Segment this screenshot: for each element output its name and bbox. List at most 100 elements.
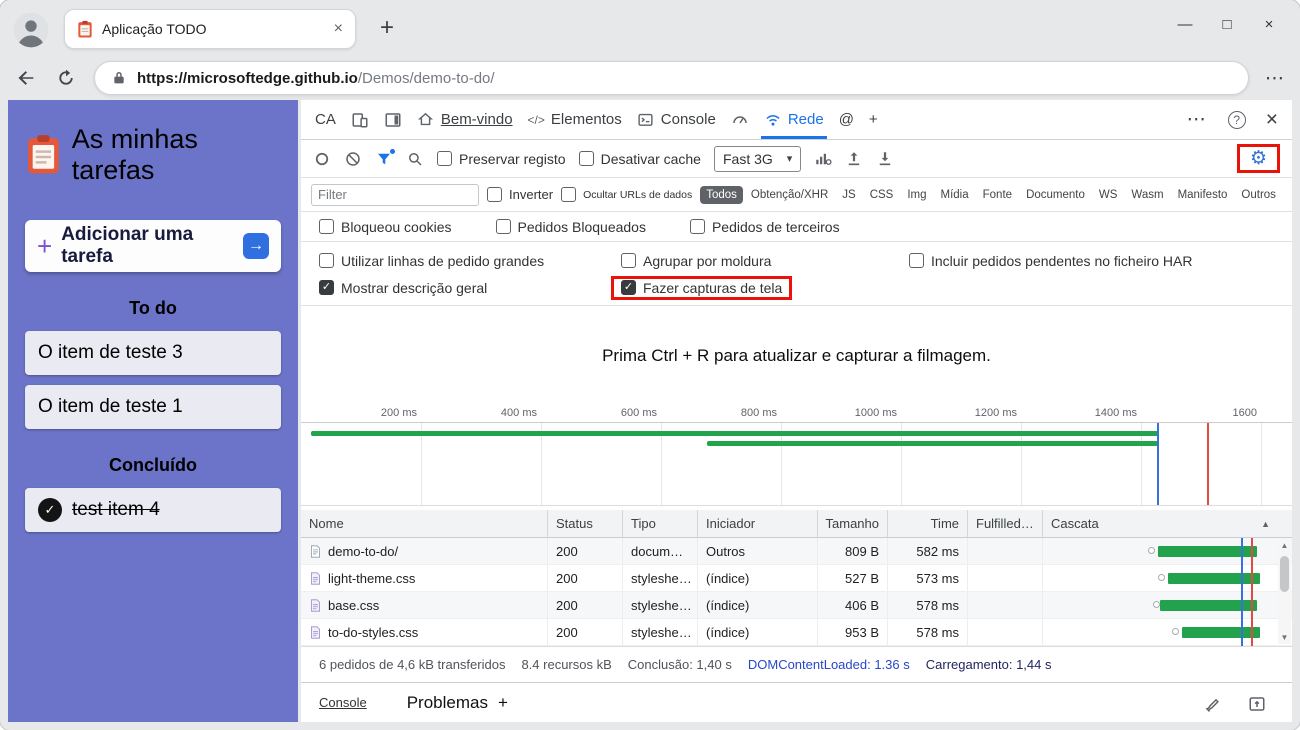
filter-pill-ws[interactable]: WS: [1093, 186, 1124, 204]
filter-icon[interactable]: [375, 147, 396, 168]
new-tab-button[interactable]: +: [372, 14, 402, 42]
checkbox-icon: [909, 253, 924, 268]
har-pending-checkbox[interactable]: Incluir pedidos pendentes no ficheiro HA…: [909, 253, 1274, 269]
table-row[interactable]: base.css 200 styleshe… (índice) 406 B 57…: [301, 592, 1292, 619]
group-by-frame-checkbox[interactable]: Agrupar por moldura: [621, 253, 909, 269]
settings-gear-icon[interactable]: ⚙: [1250, 149, 1267, 168]
preserve-log-checkbox[interactable]: Preservar registo: [437, 151, 566, 167]
network-conditions-icon[interactable]: [814, 150, 832, 168]
table-row[interactable]: to-do-styles.css 200 styleshe… (índice) …: [301, 619, 1292, 646]
blocked-cookies-checkbox[interactable]: Bloqueou cookies: [319, 219, 452, 235]
add-task-button[interactable]: + Adicionar uma tarefa →: [25, 220, 281, 272]
filter-pill-xhr[interactable]: Obtenção/XHR: [745, 186, 834, 204]
check-circle-icon[interactable]: ✓: [38, 498, 62, 522]
url-bar[interactable]: https://microsoftedge.github.io/Demos/de…: [94, 61, 1249, 95]
back-button[interactable]: [14, 66, 38, 90]
drawer-tab-console[interactable]: Console: [319, 695, 367, 710]
column-header-initiator[interactable]: Iniciador: [698, 510, 818, 537]
column-header-name[interactable]: Nome: [301, 510, 548, 537]
tab-extra[interactable]: @: [839, 111, 854, 128]
request-fulfilled: [968, 538, 1043, 564]
request-fulfilled: [968, 592, 1043, 618]
column-header-status[interactable]: Status: [548, 510, 623, 537]
scrollbar-down-icon[interactable]: ▼: [1281, 633, 1289, 642]
record-icon[interactable]: [313, 150, 331, 168]
column-header-fulfilled[interactable]: Fulfilled…: [968, 510, 1043, 537]
show-overview-checkbox[interactable]: Mostrar descrição geral: [319, 280, 621, 296]
customize-brush-icon[interactable]: [1204, 694, 1222, 712]
welcome-icon: [417, 111, 435, 129]
refresh-button[interactable]: [54, 66, 78, 90]
filter-input[interactable]: [311, 183, 479, 206]
blocked-requests-checkbox[interactable]: Pedidos Bloqueados: [495, 219, 646, 235]
request-fulfilled: [968, 565, 1043, 591]
devtools-more-icon[interactable]: ⋯: [1187, 108, 1208, 131]
capture-screenshots-checkbox[interactable]: Fazer capturas de tela: [621, 280, 782, 296]
column-header-size[interactable]: Tamanho: [818, 510, 888, 537]
clear-icon[interactable]: [344, 150, 362, 168]
checkbox-icon: [495, 219, 511, 234]
column-header-type[interactable]: Tipo: [623, 510, 698, 537]
filter-pill-img[interactable]: Img: [901, 186, 932, 204]
profile-avatar[interactable]: [12, 11, 50, 49]
tab-console[interactable]: Console: [637, 100, 716, 139]
devtools-tab-actions: ⋯ ? ×: [1187, 108, 1278, 132]
minimize-button[interactable]: —: [1164, 16, 1206, 33]
plus-icon: +: [37, 230, 53, 261]
dock-side-icon[interactable]: [384, 111, 402, 129]
tab-network[interactable]: Rede: [760, 100, 827, 139]
table-row[interactable]: demo-to-do/ 200 docum… Outros 809 B 582 …: [301, 538, 1292, 565]
checkbox-icon: [319, 219, 334, 234]
throttling-select[interactable]: Fast 3G ▾: [713, 145, 802, 172]
column-header-waterfall[interactable]: Cascata ▲: [1043, 510, 1292, 537]
drawer-tab-problems[interactable]: Problemas: [407, 693, 488, 713]
tab-welcome[interactable]: Bem-vindo: [417, 100, 513, 139]
scrollbar-thumb[interactable]: [1280, 556, 1289, 592]
browser-menu-button[interactable]: ⋯: [1265, 67, 1286, 90]
filter-pill-other[interactable]: Outros: [1235, 186, 1282, 204]
hide-data-urls-checkbox[interactable]: Ocultar URLs de dados: [561, 187, 692, 202]
disable-cache-checkbox[interactable]: Desativar cache: [578, 151, 701, 167]
network-icon: [764, 111, 782, 129]
filter-pill-js[interactable]: JS: [836, 186, 861, 204]
filter-pill-wasm[interactable]: Wasm: [1125, 186, 1169, 204]
add-tab-button[interactable]: +: [869, 111, 878, 128]
column-header-time[interactable]: Time: [888, 510, 968, 537]
drawer-add-button[interactable]: +: [498, 693, 508, 713]
filter-pill-font[interactable]: Fonte: [977, 186, 1018, 204]
open-panel-icon[interactable]: [1248, 694, 1266, 712]
screenshots-highlight-box: Fazer capturas de tela: [611, 275, 793, 300]
tab-overflow-label[interactable]: CA: [315, 111, 336, 128]
scrollbar-up-icon[interactable]: ▲: [1281, 541, 1289, 550]
devtools-close-icon[interactable]: ×: [1266, 108, 1278, 132]
export-har-icon[interactable]: [876, 150, 894, 168]
maximize-button[interactable]: □: [1206, 16, 1248, 33]
sort-asc-icon[interactable]: ▲: [1261, 519, 1270, 529]
waterfall-scrollbar[interactable]: ▲ ▼: [1278, 539, 1291, 644]
request-size: 809 B: [818, 538, 888, 564]
done-list-item[interactable]: ✓ test item 4: [25, 488, 281, 532]
hide-data-urls-label: Ocultar URLs de dados: [583, 188, 693, 201]
filter-pill-doc[interactable]: Documento: [1020, 186, 1091, 204]
third-party-checkbox[interactable]: Pedidos de terceiros: [689, 219, 840, 235]
tab-elements[interactable]: </> Elementos: [528, 100, 622, 139]
help-icon[interactable]: ?: [1227, 110, 1246, 129]
filter-pill-media[interactable]: Mídia: [935, 186, 975, 204]
filter-pill-css[interactable]: CSS: [864, 186, 900, 204]
todo-list-item[interactable]: O item de teste 3: [25, 331, 281, 375]
device-toolbar-icon[interactable]: [351, 111, 369, 129]
tab-close-icon[interactable]: ×: [334, 20, 343, 38]
filter-pill-manifest[interactable]: Manifesto: [1172, 186, 1234, 204]
filter-pill-all[interactable]: Todos: [700, 185, 743, 204]
table-row[interactable]: light-theme.css 200 styleshe… (índice) 5…: [301, 565, 1292, 592]
todo-list-item[interactable]: O item de teste 1: [25, 385, 281, 429]
close-button[interactable]: ×: [1248, 16, 1290, 33]
invert-filter-checkbox[interactable]: Inverter: [487, 187, 553, 202]
search-icon[interactable]: [406, 150, 424, 168]
network-overview[interactable]: 200 ms 400 ms 600 ms 800 ms 1000 ms 1200 ms 14…: [301, 406, 1292, 510]
import-har-icon[interactable]: [845, 150, 863, 168]
big-request-rows-checkbox[interactable]: Utilizar linhas de pedido grandes: [319, 253, 621, 269]
performance-icon[interactable]: [731, 111, 749, 129]
browser-tab[interactable]: Aplicação TODO ×: [64, 9, 356, 49]
request-type: styleshe…: [623, 565, 698, 591]
